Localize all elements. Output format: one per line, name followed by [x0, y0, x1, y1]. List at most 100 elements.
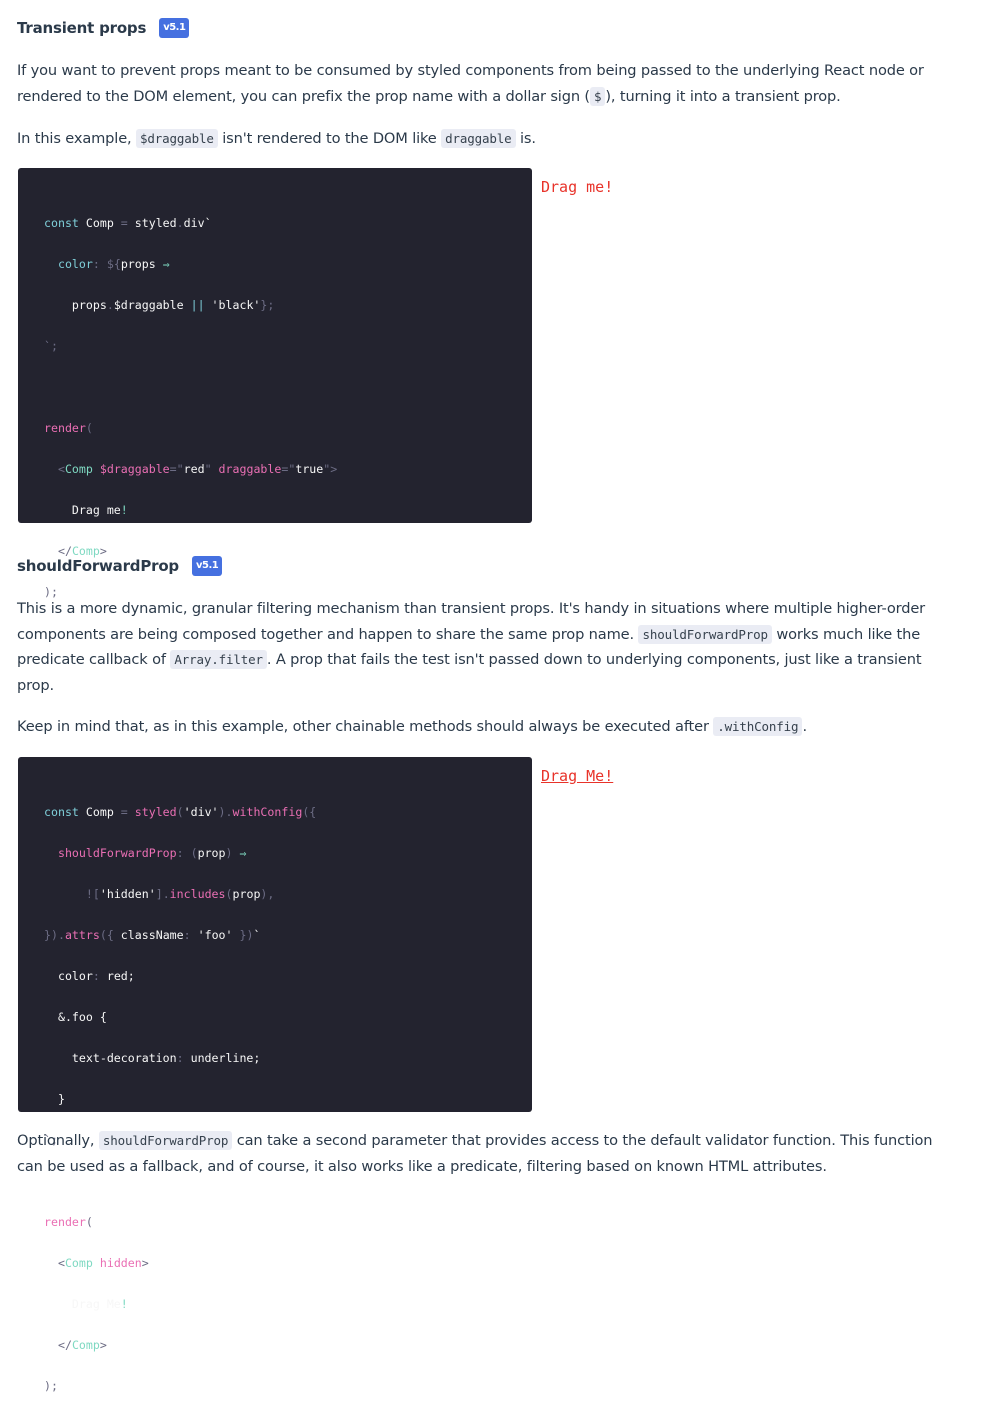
code-token: ),	[260, 886, 275, 901]
inline-code: $	[589, 86, 606, 106]
code-token: Drag me	[71, 502, 121, 517]
heading-text: Transient props	[17, 19, 147, 37]
code-token: props	[71, 297, 107, 312]
code-token: (	[176, 804, 184, 819]
code-token: :	[183, 927, 191, 942]
live-preview-drag-me-underlined[interactable]: Drag Me!	[541, 767, 613, 785]
text: isn't rendered to the DOM like	[217, 130, 442, 147]
code-token: attrs	[64, 927, 100, 942]
code-token: :	[92, 968, 100, 983]
code-token: >	[99, 1337, 107, 1352]
code-token: color	[57, 256, 93, 271]
code-line: Drag Me!	[44, 1294, 506, 1315]
code-token: Comp	[78, 215, 121, 230]
code-token: </	[57, 1337, 72, 1352]
code-token: props	[120, 256, 156, 271]
code-line: }).attrs({ className: 'foo' })`	[44, 925, 506, 946]
code-token: (	[85, 420, 93, 435]
code-token: styled	[127, 215, 177, 230]
code-token: "	[204, 461, 212, 476]
live-preview-drag-me[interactable]: Drag me!	[541, 178, 613, 196]
code-token: ({	[99, 927, 114, 942]
code-line: <Comp $draggable="red" draggable="true">	[44, 459, 506, 480]
code-token: Drag Me	[71, 1296, 121, 1311]
code-editor-should-forward-prop[interactable]: const Comp = styled('div').withConfig({ …	[18, 757, 532, 1393]
section-heading-should-forward-prop: shouldForwardProp v5.1	[17, 556, 223, 576]
code-token: :	[176, 845, 184, 860]
code-token: &.foo {	[57, 1009, 107, 1024]
code-token: (	[85, 1214, 93, 1229]
code-token: prop	[232, 886, 261, 901]
code-line: render(	[44, 418, 506, 439]
code-token: `	[204, 215, 212, 230]
version-badge: v5.1	[159, 18, 190, 38]
code-token: =	[169, 461, 177, 476]
code-token: ⇒	[155, 256, 170, 271]
chainable-methods-note: Keep in mind that, as in this example, o…	[17, 714, 962, 740]
code-token: ({	[302, 804, 317, 819]
code-token: Comp	[78, 804, 121, 819]
code-token: (	[183, 845, 198, 860]
code-token: underline;	[183, 1050, 261, 1065]
code-token: ${	[99, 256, 121, 271]
code-line: );	[44, 1378, 58, 1393]
code-line: props.$draggable || 'black'};	[44, 295, 506, 316]
code-token: $draggable	[113, 297, 184, 312]
code-line: text-decoration: underline;	[44, 1048, 506, 1069]
code-token: .	[225, 804, 233, 819]
code-token: Comp	[64, 461, 93, 476]
code-line: color: ${props ⇒	[44, 254, 506, 275]
code-token: styled	[127, 804, 177, 819]
inline-code: shouldForwardProp	[638, 624, 772, 644]
code-line: &.foo {	[44, 1007, 506, 1028]
code-line: color: red;	[44, 966, 506, 987]
code-token: includes	[169, 886, 226, 901]
code-token: :	[176, 1050, 184, 1065]
text: .	[802, 718, 807, 735]
code-token: draggable	[211, 461, 282, 476]
code-line: </Comp>	[44, 1335, 506, 1356]
code-token: 'hidden'	[99, 886, 156, 901]
inline-code: .withConfig	[713, 717, 803, 736]
code-token: }	[57, 1091, 65, 1106]
code-token: const	[44, 804, 79, 819]
code-token: shouldForwardProp	[57, 845, 177, 860]
code-line: <Comp hidden>	[44, 1253, 506, 1274]
code-token: render	[44, 1214, 86, 1229]
code-token: ]	[155, 886, 163, 901]
code-token: =	[120, 804, 128, 819]
text: is.	[515, 130, 536, 147]
inline-code: $draggable	[136, 129, 218, 148]
code-editor-transient-props[interactable]: const Comp = styled.div` color: ${props …	[18, 168, 532, 599]
code-token: };	[260, 297, 275, 312]
code-token: 'div'	[183, 804, 219, 819]
code-token: .	[162, 886, 170, 901]
transient-props-description: If you want to prevent props meant to be…	[17, 58, 962, 109]
code-token: ![	[85, 886, 100, 901]
code-token: )	[218, 804, 226, 819]
version-badge: v5.1	[191, 556, 223, 576]
text: In this example,	[17, 130, 137, 147]
code-token: Comp	[71, 1337, 100, 1352]
code-token: 'black'	[211, 297, 261, 312]
code-token: >	[141, 1255, 149, 1270]
text: Keep in mind that, as in this example, o…	[17, 718, 714, 735]
code-token: <	[57, 461, 65, 476]
code-token: hidden	[92, 1255, 142, 1270]
text: ), turning it into a transient prop.	[605, 87, 841, 105]
code-token: =	[120, 215, 128, 230]
code-token: .	[176, 215, 184, 230]
code-token: const	[44, 215, 79, 230]
code-line: const Comp = styled.div`	[44, 213, 506, 234]
code-token: !	[120, 502, 128, 517]
code-token: .	[106, 297, 114, 312]
should-forward-prop-description: This is a more dynamic, granular filteri…	[17, 596, 962, 698]
code-token: prop	[197, 845, 226, 860]
inline-code: Array.filter	[170, 650, 267, 670]
code-token: `	[253, 927, 261, 942]
code-token: (	[225, 886, 233, 901]
code-line: const Comp = styled('div').withConfig({	[44, 802, 506, 823]
code-token: className	[113, 927, 184, 942]
code-token: })	[44, 927, 58, 942]
